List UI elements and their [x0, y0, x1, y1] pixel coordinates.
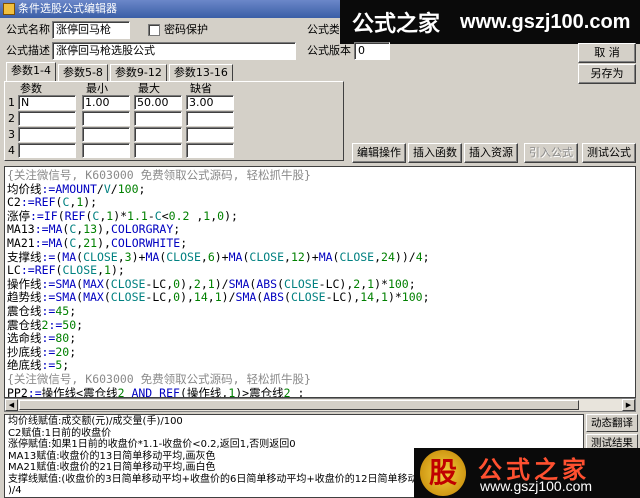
window-title: 条件选股公式编辑器 — [18, 2, 117, 15]
formula-version-input[interactable]: 0 — [354, 42, 390, 60]
code-line[interactable]: 绝底线:=5; — [7, 359, 633, 373]
app-icon — [3, 3, 15, 15]
tab-params-9-12[interactable]: 参数9-12 — [109, 64, 167, 81]
param-max-cell[interactable] — [134, 111, 182, 126]
param-header-name: 参数 — [20, 82, 42, 95]
code-line[interactable]: {关注微信号, K603000 免费领取公式源码, 轻松抓牛股} — [7, 168, 633, 183]
code-line[interactable]: 操作线:=SMA(MAX(CLOSE-LC,0),2,1)/SMA(ABS(CL… — [7, 277, 633, 292]
edit-operation-button[interactable]: 编辑操作 — [352, 143, 406, 163]
password-label: 密码保护 — [164, 23, 208, 36]
param-max-cell[interactable] — [134, 127, 182, 142]
code-line[interactable]: 支撑线:=(MA(CLOSE,3)+MA(CLOSE,6)+MA(CLOSE,1… — [7, 250, 633, 265]
code-line[interactable]: 趋势线:=SMA(MAX(CLOSE-LC,0),14,1)/SMA(ABS(C… — [7, 291, 633, 305]
password-checkbox[interactable] — [148, 24, 160, 36]
code-line[interactable]: 选命线:=80; — [7, 331, 633, 346]
stock-badge-icon: 股 — [420, 450, 466, 496]
code-line[interactable]: MA13:=MA(C,13),COLORGRAY; — [7, 223, 633, 237]
param-row-number: 2 — [8, 112, 15, 125]
param-header-default: 缺省 — [190, 82, 212, 95]
watermark-cn-text: 公式之家 — [352, 11, 441, 37]
cancel-button[interactable]: 取 消 — [578, 43, 636, 63]
param-name-cell[interactable]: N — [18, 95, 76, 110]
watermark-url-text-bottom: www.gszj100.com — [480, 478, 593, 494]
watermark-url-text: www.gszj100.com — [460, 10, 631, 33]
formula-desc-input[interactable]: 涨停回马枪选股公式 — [52, 42, 296, 60]
code-line[interactable]: C2:=REF(C,1); — [7, 195, 633, 210]
tab-params-1-4[interactable]: 参数1-4 — [6, 62, 56, 81]
param-default-cell[interactable] — [186, 127, 234, 142]
param-min-cell[interactable] — [82, 143, 130, 158]
formula-name-label: 公式名称 — [6, 23, 50, 36]
watermark-banner-top: 公式之家 www.gszj100.com — [340, 0, 640, 44]
param-max-cell[interactable]: 50.00 — [134, 95, 182, 110]
code-line[interactable]: LC:=REF(CLOSE,1); — [7, 263, 633, 278]
code-line[interactable]: 涨停:=IF(REF(C,1)*1.1-C<0.2 ,1,0); — [7, 209, 633, 224]
scroll-left-icon[interactable]: ◀ — [5, 399, 18, 411]
tab-params-13-16[interactable]: 参数13-16 — [168, 64, 233, 81]
formula-name-input[interactable]: 涨停回马枪 — [52, 21, 130, 39]
param-name-cell[interactable] — [18, 127, 76, 142]
translation-line: C2赋值:1日前的收盘价 — [8, 427, 112, 439]
param-name-cell[interactable] — [18, 143, 76, 158]
param-default-cell[interactable] — [186, 111, 234, 126]
watermark-banner-bottom: 股 公式之家 www.gszj100.com — [414, 448, 640, 498]
save-as-button[interactable]: 另存为 — [578, 64, 636, 84]
test-formula-button[interactable]: 测试公式 — [582, 143, 636, 163]
code-line[interactable]: 抄底线:=20; — [7, 345, 633, 360]
dynamic-translate-button[interactable]: 动态翻译 — [586, 414, 638, 432]
code-line[interactable]: {关注微信号, K603000 免费领取公式源码, 轻松抓牛股} — [7, 372, 633, 387]
tab-params-5-8[interactable]: 参数5-8 — [57, 64, 108, 81]
translation-line: 均价线赋值:成交额(元)/成交量(手)/100 — [8, 416, 183, 427]
insert-function-button[interactable]: 插入函数 — [408, 143, 462, 163]
param-header-max: 最大 — [138, 82, 160, 95]
scroll-right-icon[interactable]: ▶ — [622, 399, 635, 411]
param-default-cell[interactable]: 3.00 — [186, 95, 234, 110]
formula-code-editor[interactable]: {关注微信号, K603000 免费领取公式源码, 轻松抓牛股} 均价线:=AMO… — [4, 166, 636, 398]
editor-horizontal-scrollbar[interactable]: ◀ ▶ — [4, 398, 636, 412]
param-min-cell[interactable] — [82, 127, 130, 142]
import-formula-button[interactable]: 引入公式 — [524, 143, 578, 163]
param-row-number: 4 — [8, 144, 15, 157]
formula-version-label: 公式版本 — [307, 44, 351, 57]
formula-type-label: 公式类型 — [307, 23, 339, 36]
param-min-cell[interactable] — [82, 111, 130, 126]
param-row-number: 3 — [8, 128, 15, 141]
scroll-thumb[interactable] — [19, 400, 579, 410]
code-line[interactable]: PP2:=操作线<震仓线2 AND REF(操作线,1)>震仓线2 ; — [7, 386, 633, 397]
formula-desc-label: 公式描述 — [6, 44, 50, 57]
insert-resource-button[interactable]: 插入资源 — [464, 143, 518, 163]
param-header-min: 最小 — [86, 82, 108, 95]
param-default-cell[interactable] — [186, 143, 234, 158]
code-line[interactable]: MA21:=MA(C,21),COLORWHITE; — [7, 236, 633, 251]
param-name-cell[interactable] — [18, 111, 76, 126]
param-row-number: 1 — [8, 96, 15, 109]
param-min-cell[interactable]: 1.00 — [82, 95, 130, 110]
code-line[interactable]: 震仓线2:=50; — [7, 318, 633, 333]
code-line[interactable]: 均价线:=AMOUNT/V/100; — [7, 182, 633, 197]
param-tabs: 参数1-4 参数5-8 参数9-12 参数13-16 — [6, 62, 235, 82]
code-line[interactable]: 震仓线:=45; — [7, 304, 633, 319]
param-max-cell[interactable] — [134, 143, 182, 158]
